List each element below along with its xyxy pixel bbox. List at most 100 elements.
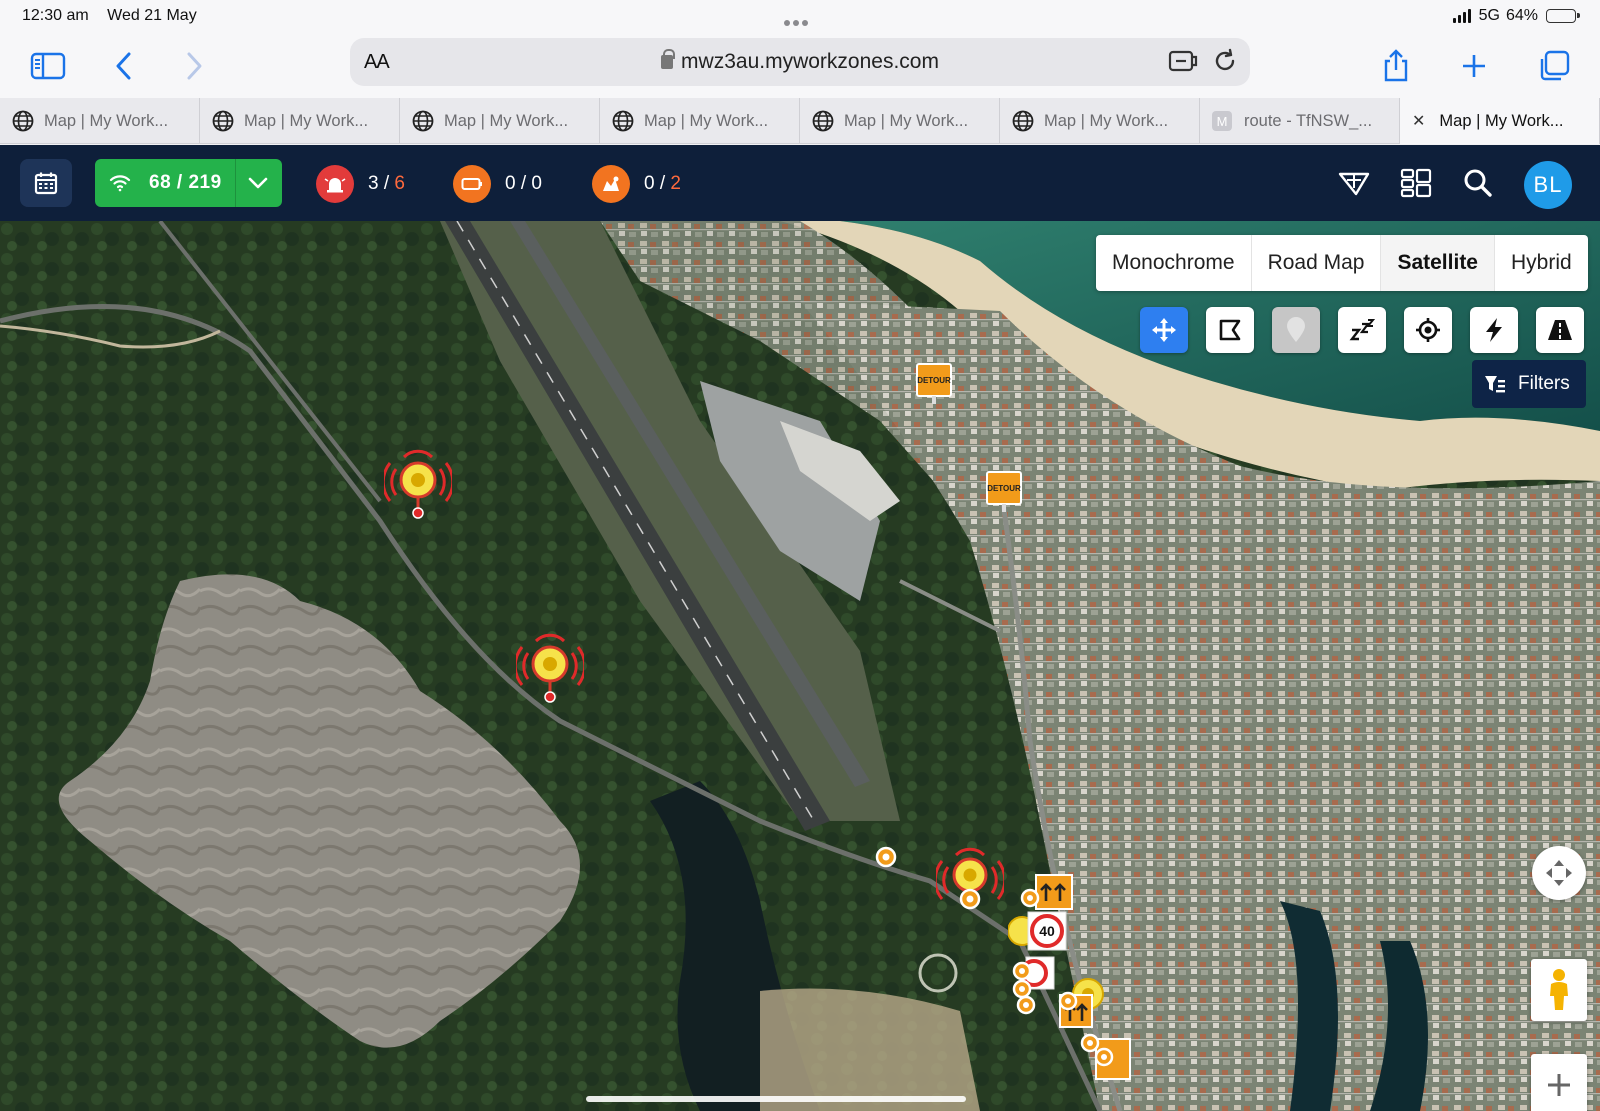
tool-sleep[interactable] — [1338, 307, 1386, 353]
batteries-separator: / — [515, 173, 532, 194]
filters-label: Filters — [1518, 373, 1570, 394]
dashboard-grid-icon[interactable] — [1396, 163, 1436, 203]
move-icon — [1152, 318, 1176, 342]
incidents-total: 2 — [670, 173, 681, 194]
browser-tab[interactable]: Map | My Work... — [1000, 98, 1200, 144]
status-indicators: 5G 64% — [1452, 7, 1580, 25]
alerts-stat[interactable]: 3 / 6 — [316, 165, 405, 203]
calendar-icon — [34, 172, 58, 195]
status-date: Wed 21 May — [107, 7, 197, 24]
browser-tab[interactable]: ✕ Map | My Work... — [1400, 98, 1600, 144]
back-icon[interactable] — [102, 44, 146, 88]
tool-polygon[interactable] — [1206, 307, 1254, 353]
device-alert-marker[interactable] — [384, 447, 452, 519]
filter-icon — [1485, 376, 1505, 393]
alerts-current: 3 — [368, 173, 379, 194]
calendar-button[interactable] — [20, 159, 72, 207]
tab-bar: Map | My Work... Map | My Work... Map | My… — [0, 98, 1600, 144]
status-time: 12:30 am — [22, 7, 89, 24]
tab-title: Map | My Work... — [244, 111, 369, 130]
tab-title: Map | My Work... — [1439, 111, 1564, 130]
alert-siren-icon — [316, 165, 354, 203]
tab-title: route - TfNSW_... — [1244, 111, 1373, 130]
site-favicon-icon: M — [1212, 111, 1232, 131]
sleep-icon — [1349, 319, 1375, 341]
map-type-satellite[interactable]: Satellite — [1381, 235, 1495, 291]
fullscreen-button[interactable] — [1532, 846, 1586, 900]
tool-pin[interactable] — [1272, 307, 1320, 353]
speed-limit-sign: 40 — [1039, 923, 1055, 939]
new-tab-icon[interactable] — [1452, 44, 1496, 88]
address-bar[interactable]: AA mwz3au.myworkzones.com — [350, 38, 1250, 86]
online-count: 68 / 219 — [149, 172, 222, 193]
tool-locate[interactable] — [1404, 307, 1452, 353]
share-icon[interactable] — [1374, 44, 1418, 88]
tool-move[interactable] — [1140, 307, 1188, 353]
batteries-current: 0 — [505, 173, 516, 194]
cellular-signal-icon — [1452, 9, 1471, 23]
search-icon[interactable] — [1458, 163, 1498, 203]
alerts-total: 6 — [394, 173, 405, 194]
url-text: mwz3au.myworkzones.com — [681, 50, 939, 73]
browser-tab[interactable]: Map | My Work... — [400, 98, 600, 144]
tab-title: Map | My Work... — [1044, 111, 1169, 130]
close-tab-icon[interactable]: ✕ — [1412, 111, 1425, 131]
batteries-stat[interactable]: 0 / 0 — [453, 165, 542, 203]
incident-icon — [592, 165, 630, 203]
network-type: 5G — [1478, 7, 1500, 24]
tab-title: Map | My Work... — [444, 111, 569, 130]
map-type-hybrid[interactable]: Hybrid — [1495, 235, 1588, 291]
tool-road[interactable] — [1536, 307, 1584, 353]
url-display[interactable]: mwz3au.myworkzones.com — [350, 49, 1250, 74]
online-devices-button[interactable]: 68 / 219 — [95, 159, 282, 207]
map-type-monochrome[interactable]: Monochrome — [1096, 235, 1252, 291]
expand-icon — [1546, 860, 1572, 886]
map-type-switcher: Monochrome Road Map Satellite Hybrid — [1096, 235, 1588, 291]
road-icon — [1548, 320, 1572, 340]
map-imagery[interactable] — [0, 221, 1600, 1111]
tab-overview-icon[interactable] — [1532, 44, 1576, 88]
map-type-road-map[interactable]: Road Map — [1252, 235, 1382, 291]
sidebar-toggle-icon[interactable] — [26, 44, 70, 88]
filters-button[interactable]: Filters — [1472, 360, 1586, 408]
chevron-down-icon — [248, 177, 268, 189]
app-header: 68 / 219 3 / 6 0 / 0 0 / 2 BL — [0, 145, 1600, 221]
battery-icon — [1546, 9, 1580, 23]
polygon-icon — [1219, 319, 1241, 341]
browser-tab[interactable]: Mroute - TfNSW_... — [1200, 98, 1400, 144]
status-time-date: 12:30 am Wed 21 May — [22, 7, 211, 25]
zoom-in-button[interactable] — [1531, 1054, 1587, 1111]
device-alert-marker[interactable] — [516, 631, 584, 703]
battery-low-icon — [453, 165, 491, 203]
tab-title: Map | My Work... — [644, 111, 769, 130]
incidents-current: 0 — [644, 173, 655, 194]
browser-tab[interactable]: Map | My Work... — [0, 98, 200, 144]
browser-tab[interactable]: Map | My Work... — [600, 98, 800, 144]
worksite-sign-cluster[interactable]: 40 — [1008, 867, 1138, 1107]
globe-icon — [812, 110, 834, 132]
satellite-map[interactable]: Monochrome Road Map Satellite Hybrid Filter… — [0, 221, 1600, 1111]
extension-icon[interactable] — [1168, 48, 1198, 79]
browser-toolbar: AA mwz3au.myworkzones.com — [0, 34, 1600, 98]
device-alert-marker[interactable] — [936, 845, 1004, 917]
home-indicator — [586, 1096, 966, 1102]
detour-sign-marker[interactable]: DETOUR — [916, 363, 952, 404]
multitasking-dots-icon[interactable] — [784, 13, 814, 26]
user-avatar[interactable]: BL — [1524, 161, 1572, 209]
globe-icon — [212, 110, 234, 132]
globe-icon — [412, 110, 434, 132]
street-view-button[interactable] — [1531, 959, 1587, 1021]
forward-icon[interactable] — [172, 44, 216, 88]
browser-tab[interactable]: Map | My Work... — [200, 98, 400, 144]
browser-tab[interactable]: Map | My Work... — [800, 98, 1000, 144]
detour-sign-marker[interactable]: DETOUR — [986, 471, 1022, 512]
wifi-icon — [109, 175, 131, 192]
incidents-stat[interactable]: 0 / 2 — [592, 165, 681, 203]
broadcast-icon[interactable] — [1334, 163, 1374, 203]
status-bar: 12:30 am Wed 21 May 5G 64% — [0, 0, 1600, 34]
lightning-icon — [1486, 318, 1502, 342]
tool-lightning[interactable] — [1470, 307, 1518, 353]
battery-percent: 64% — [1505, 7, 1538, 24]
device-marker[interactable] — [874, 845, 898, 869]
reload-icon[interactable] — [1212, 48, 1238, 79]
